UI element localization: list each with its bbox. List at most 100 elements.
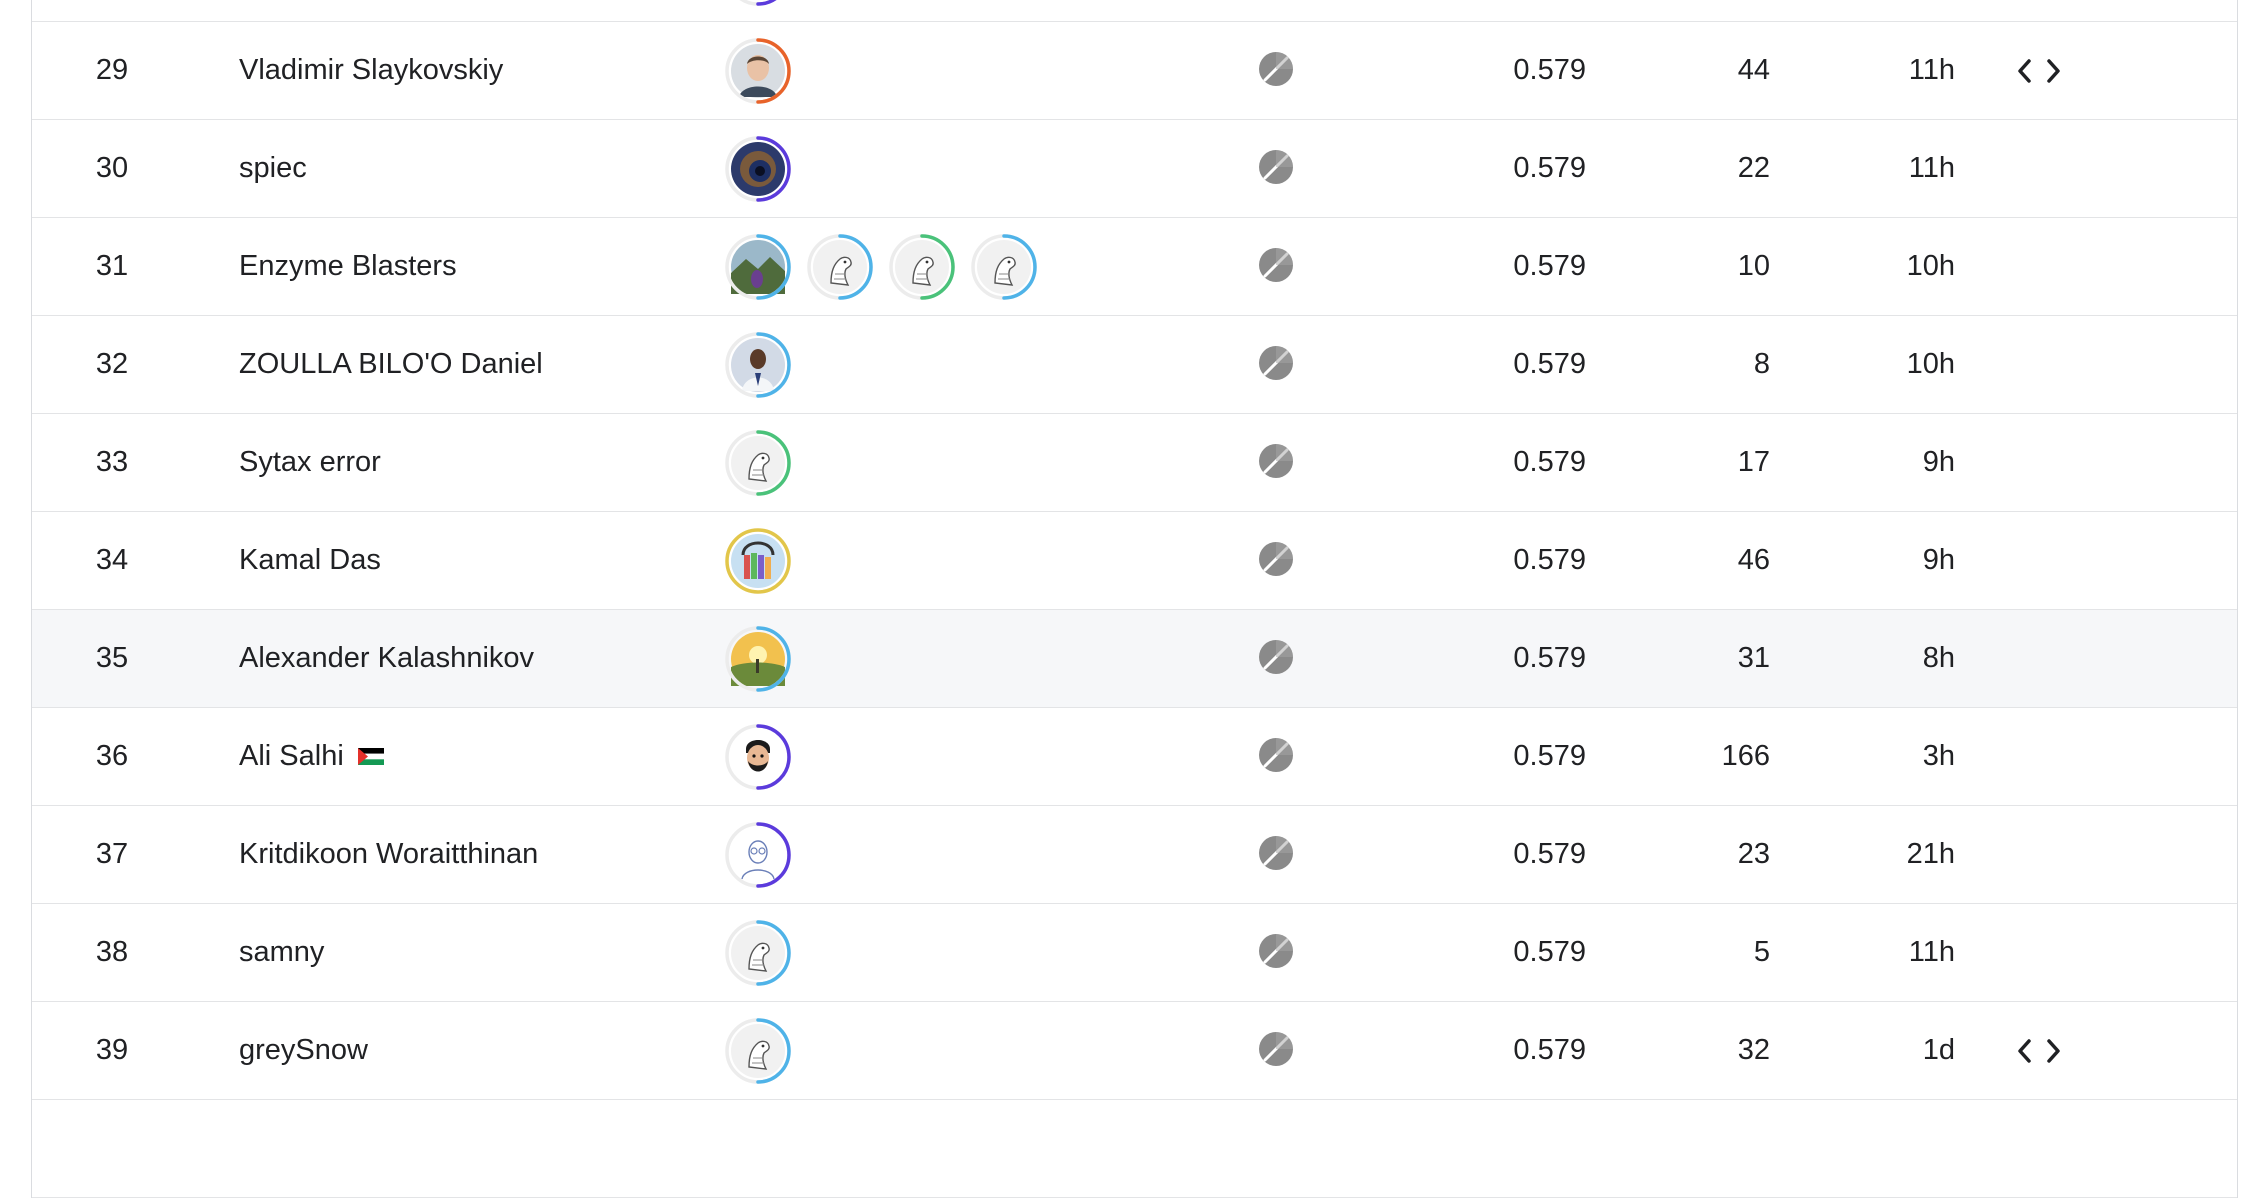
table-row[interactable] [32,1100,2237,1198]
team-name-label[interactable]: samny [239,936,324,969]
no-medal-icon [1257,904,1295,1001]
table-row[interactable]: 36 Ali Salhi 0.579 166 3h [32,708,2237,806]
table-row[interactable]: 33 Sytax error 0.579 17 9h [32,414,2237,512]
team-members [724,218,1038,315]
entries-count: 17 [1737,446,1770,478]
team-name[interactable]: Enzyme Blasters [239,218,457,315]
avatar[interactable] [724,527,792,595]
no-medal-icon [1257,512,1295,609]
team-name-label[interactable]: Ali Salhi [239,740,344,773]
team-name[interactable]: samny [239,904,324,1001]
no-medal-icon [1257,120,1295,217]
score: 0.579 [1513,250,1586,282]
avatar[interactable] [724,625,792,693]
team-name-label[interactable]: Kamal Das [239,544,381,577]
last-submission: 8h [1922,642,1955,674]
rank: 36 [95,740,129,772]
last-submission: 9h [1922,544,1955,576]
rank: 39 [95,1034,129,1066]
team-name[interactable]: Sytax error [239,414,381,511]
team-name[interactable]: greySnow [239,1002,368,1099]
score: 0.579 [1513,838,1586,870]
entries-count: 23 [1737,838,1770,870]
last-submission: 10h [1906,250,1955,282]
avatar[interactable] [724,0,792,7]
table-row[interactable] [32,0,2237,22]
avatar[interactable] [806,233,874,301]
team-name[interactable]: Kamal Das [239,512,381,609]
team-name-label[interactable]: Alexander Kalashnikov [239,642,534,675]
team-members [724,512,792,609]
no-medal-icon [1257,708,1295,805]
no-medal-icon [1257,806,1295,903]
rank: 35 [95,642,129,674]
team-name[interactable]: Ali Salhi [239,708,384,805]
score: 0.579 [1513,642,1586,674]
table-row[interactable]: 29 Vladimir Slaykovskiy 0.579 44 11h [32,22,2237,120]
no-medal-icon [1257,218,1295,315]
team-name-label[interactable]: Vladimir Slaykovskiy [239,54,503,87]
score: 0.579 [1513,152,1586,184]
avatar[interactable] [724,919,792,987]
table-row[interactable]: 35 Alexander Kalashnikov 0.579 31 8h [32,610,2237,708]
avatar[interactable] [724,429,792,497]
team-name[interactable]: Kritdikoon Woraitthinan [239,806,538,903]
team-members [724,316,792,413]
table-row[interactable]: 39 greySnow 0.579 32 1d [32,1002,2237,1100]
score: 0.579 [1513,348,1586,380]
entries-count: 46 [1737,544,1770,576]
team-name-label[interactable]: Enzyme Blasters [239,250,457,283]
table-row[interactable]: 37 Kritdikoon Woraitthinan 0.579 23 21h [32,806,2237,904]
last-submission: 1d [1922,1034,1955,1066]
rank: 38 [95,936,129,968]
entries-count: 5 [1753,936,1770,968]
avatar[interactable] [724,821,792,889]
table-row[interactable]: 31 Enzyme Blasters 0.579 10 10h [32,218,2237,316]
rank [72,0,152,21]
entries-count: 44 [1737,54,1770,86]
rank [72,1100,152,1197]
team-name-label[interactable]: Kritdikoon Woraitthinan [239,838,538,871]
avatar[interactable] [724,135,792,203]
avatar[interactable] [724,331,792,399]
team-members [724,904,792,1001]
entries-count: 10 [1737,250,1770,282]
score: 0.579 [1513,740,1586,772]
team-name[interactable]: Alexander Kalashnikov [239,610,534,707]
avatar[interactable] [724,723,792,791]
no-medal-icon [1257,1002,1295,1099]
team-name-label[interactable]: Sytax error [239,446,381,479]
avatar[interactable] [970,233,1038,301]
table-row[interactable]: 34 Kamal Das 0.579 46 9h [32,512,2237,610]
leaderboard-table: 29 Vladimir Slaykovskiy 0.579 44 11h 30 spiec 0… [31,0,2238,1198]
last-submission: 10h [1906,348,1955,380]
team-members [724,22,792,119]
table-row[interactable]: 32 ZOULLA BILO'O Daniel 0.579 8 10h [32,316,2237,414]
team-name-label[interactable]: spiec [239,152,307,185]
team-name-label[interactable]: ZOULLA BILO'O Daniel [239,348,543,381]
rank: 29 [95,54,129,86]
team-members [724,414,792,511]
team-name[interactable]: Vladimir Slaykovskiy [239,22,503,119]
avatar[interactable] [724,1017,792,1085]
rank: 32 [95,348,129,380]
team-name[interactable]: ZOULLA BILO'O Daniel [239,316,543,413]
last-submission: 9h [1922,446,1955,478]
team-members [724,120,792,217]
code-icon[interactable] [2017,22,2061,119]
avatar[interactable] [724,37,792,105]
avatar[interactable] [888,233,956,301]
score: 0.579 [1513,544,1586,576]
avatar[interactable] [724,233,792,301]
code-icon[interactable] [2017,1002,2061,1099]
last-submission: 11h [1908,54,1955,86]
no-medal-icon [1257,316,1295,413]
last-submission: 3h [1922,740,1955,772]
score: 0.579 [1513,1034,1586,1066]
team-members [724,708,792,805]
team-name[interactable]: spiec [239,120,307,217]
table-row[interactable]: 38 samny 0.579 5 11h [32,904,2237,1002]
no-medal-icon [1257,22,1295,119]
table-row[interactable]: 30 spiec 0.579 22 11h [32,120,2237,218]
team-name-label[interactable]: greySnow [239,1034,368,1067]
